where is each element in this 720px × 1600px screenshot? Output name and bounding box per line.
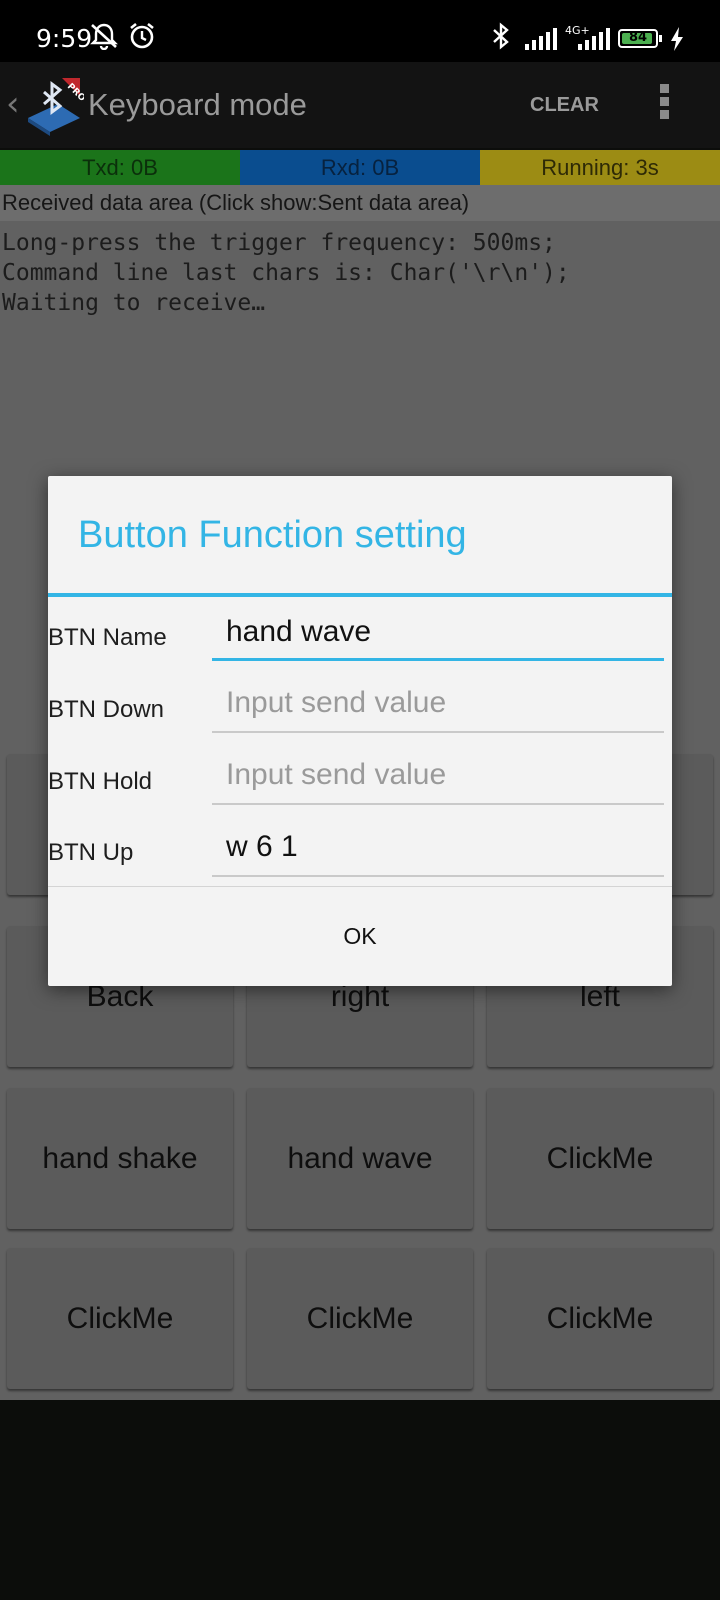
btn-name-label: BTN Name: [48, 624, 167, 651]
rxd-counter: Rxd: 0B: [240, 150, 480, 185]
app-logo: PRO: [22, 74, 87, 136]
more-options-icon[interactable]: [660, 84, 672, 124]
charging-icon: [670, 27, 684, 55]
btn-up-underline: [212, 875, 664, 877]
status-time: 9:59: [36, 24, 93, 53]
key-button-clickme[interactable]: ClickMe: [247, 1248, 473, 1389]
logo-badge: PRO: [65, 82, 84, 104]
battery-level: 84: [628, 30, 648, 45]
key-button-hand-shake[interactable]: hand shake: [7, 1088, 233, 1229]
running-counter: Running: 3s: [480, 150, 720, 185]
battery-icon: 84: [618, 29, 658, 48]
btn-down-underline: [212, 731, 664, 733]
btn-hold-underline: [212, 803, 664, 805]
bottom-area: [0, 1400, 720, 1600]
notifications-muted-icon: [89, 22, 119, 54]
signal-strength-icon-2: [578, 28, 610, 54]
key-button-clickme[interactable]: ClickMe: [487, 1248, 713, 1389]
dialog-title-divider: [48, 593, 672, 597]
key-button-clickme[interactable]: ClickMe: [487, 1088, 713, 1229]
btn-up-input[interactable]: [212, 825, 676, 869]
txd-counter: Txd: 0B: [0, 150, 240, 185]
dialog-title: Button Function setting: [78, 514, 467, 556]
btn-hold-label: BTN Hold: [48, 768, 153, 795]
received-line: Command line last chars is: Char('\r\n')…: [2, 260, 570, 286]
bluetooth-icon: [490, 22, 512, 54]
btn-hold-input[interactable]: [212, 753, 676, 797]
btn-down-input[interactable]: [212, 681, 676, 725]
received-area-header[interactable]: Received data area (Click show:Sent data…: [0, 185, 720, 221]
btn-name-underline: [212, 658, 664, 661]
key-button-hand-wave[interactable]: hand wave: [247, 1088, 473, 1229]
btn-down-label: BTN Down: [48, 696, 165, 723]
button-function-dialog: Button Function setting BTN Name BTN Dow…: [48, 476, 676, 986]
received-line: Waiting to receive…: [2, 290, 266, 316]
page-title: Keyboard mode: [88, 87, 307, 122]
received-lines: Long-press the trigger frequency: 500ms;…: [0, 228, 570, 318]
received-line: Long-press the trigger frequency: 500ms;: [2, 230, 556, 256]
key-button-clickme[interactable]: ClickMe: [7, 1248, 233, 1389]
btn-up-label: BTN Up: [48, 839, 134, 866]
ok-button[interactable]: OK: [48, 887, 672, 986]
alarm-clock-icon: [128, 22, 156, 54]
clear-button[interactable]: CLEAR: [530, 94, 599, 117]
btn-name-input[interactable]: [212, 610, 676, 654]
signal-strength-icon: [525, 28, 557, 54]
counters-bar: Txd: 0B Rxd: 0B Running: 3s: [0, 150, 720, 185]
back-chevron-icon[interactable]: ‹: [6, 84, 20, 124]
app-bar: ‹ PRO Keyboard mode CLEAR: [0, 62, 720, 148]
status-bar: 9:59 4G+ 84: [0, 0, 720, 62]
